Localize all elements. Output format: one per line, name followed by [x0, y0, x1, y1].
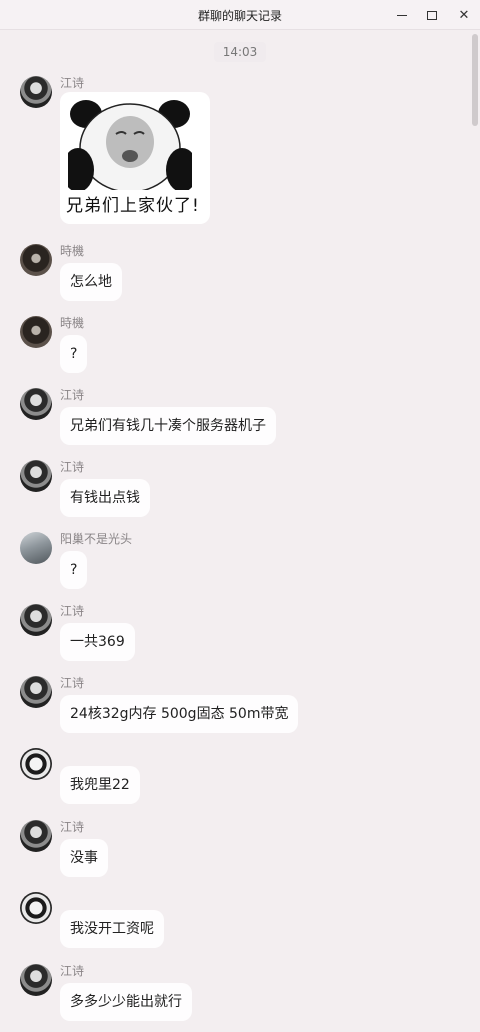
message-bubble[interactable]: 我兜里22	[60, 766, 140, 804]
yang-avatar[interactable]	[20, 532, 52, 564]
sticker-caption: 兄弟们上家伙了!	[66, 196, 200, 216]
sender-name: 江诗	[60, 460, 85, 474]
sticker-image[interactable]: 兄弟们上家伙了!	[60, 92, 210, 224]
sender-name: 阳巢不是光头	[60, 532, 133, 546]
shiji-avatar[interactable]	[20, 316, 52, 348]
minimize-button[interactable]	[386, 0, 418, 30]
timestamp-label: 14:03	[214, 42, 266, 62]
message-bubble[interactable]: 24核32g内存 500g固态 50m带宽	[60, 695, 299, 733]
jiang-avatar[interactable]	[20, 820, 52, 852]
sender-name: 江诗	[60, 388, 85, 402]
message-bubble[interactable]: 多多少少能出就行	[60, 983, 192, 1021]
close-icon: ✕	[458, 7, 470, 23]
sender-name: 江诗	[60, 820, 85, 834]
sender-name: 時機	[60, 316, 85, 330]
message-bubble[interactable]: 有钱出点钱	[60, 479, 150, 517]
message-bubble[interactable]: 兄弟们有钱几十凑个服务器机子	[60, 407, 276, 445]
jiang-avatar[interactable]	[20, 964, 52, 996]
jiang-avatar[interactable]	[20, 676, 52, 708]
sender-name: 江诗	[60, 76, 85, 90]
message-bubble[interactable]: ?	[60, 335, 88, 373]
message-bubble[interactable]: 没事	[60, 839, 108, 877]
title-bar: 群聊的聊天记录 ✕	[0, 0, 480, 30]
sender-name: 江诗	[60, 676, 85, 690]
close-button[interactable]: ✕	[448, 0, 480, 30]
boy-avatar[interactable]	[20, 748, 52, 780]
message-bubble[interactable]: 怎么地	[60, 263, 122, 301]
scrollbar-track[interactable]	[470, 30, 480, 1032]
sender-name: 江诗	[60, 604, 85, 618]
jiang-avatar[interactable]	[20, 460, 52, 492]
message-bubble[interactable]: 我没开工资呢	[60, 910, 164, 948]
shiji-avatar[interactable]	[20, 244, 52, 276]
minimize-icon	[397, 14, 407, 16]
jiang-avatar[interactable]	[20, 388, 52, 420]
panda-meme-icon	[68, 100, 192, 190]
maximize-button[interactable]	[416, 0, 448, 30]
maximize-icon	[427, 10, 437, 20]
jiang-avatar[interactable]	[20, 604, 52, 636]
boy-avatar[interactable]	[20, 892, 52, 924]
scrollbar-thumb[interactable]	[472, 34, 478, 126]
sender-name: 江诗	[60, 964, 85, 978]
message-bubble[interactable]: 一共369	[60, 623, 135, 661]
message-bubble[interactable]: ?	[60, 551, 88, 589]
sender-name: 時機	[60, 244, 85, 258]
jiang-avatar[interactable]	[20, 76, 52, 108]
